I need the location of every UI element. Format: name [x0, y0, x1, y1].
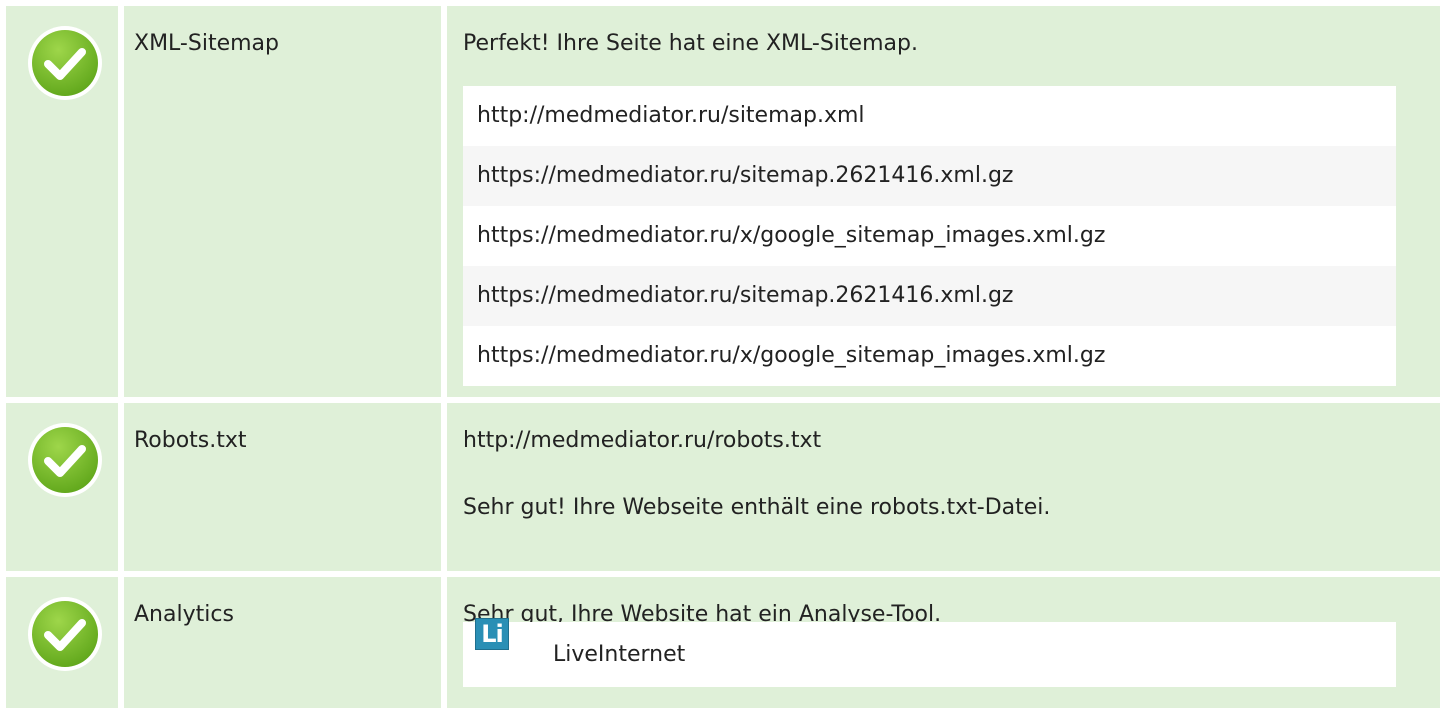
robots-label-cell: Robots.txt — [124, 403, 441, 571]
sitemap-label-cell: XML-Sitemap — [124, 6, 441, 397]
analytics-tool-name: LiveInternet — [553, 642, 686, 667]
check-circle-icon — [28, 597, 102, 671]
sitemap-url-list: http://medmediator.ru/sitemap.xml https:… — [463, 86, 1396, 386]
sitemap-url[interactable]: https://medmediator.ru/sitemap.2621416.x… — [463, 266, 1396, 326]
robots-message: Sehr gut! Ihre Webseite enthält eine rob… — [463, 495, 1051, 520]
analytics-detail-cell: Sehr gut, Ihre Website hat ein Analyse-T… — [447, 577, 1440, 708]
robots-detail-cell: http://medmediator.ru/robots.txt Sehr gu… — [447, 403, 1440, 571]
liveinternet-logo-icon: Li — [475, 618, 509, 650]
robots-status-cell — [6, 403, 118, 571]
analytics-label-cell: Analytics — [124, 577, 441, 708]
robots-label: Robots.txt — [134, 428, 247, 453]
robots-url[interactable]: http://medmediator.ru/robots.txt — [463, 426, 821, 456]
analytics-tool-item: Li LiveInternet — [463, 618, 1396, 687]
sitemap-detail-cell: Perfekt! Ihre Seite hat eine XML-Sitemap… — [447, 6, 1440, 397]
check-circle-icon — [28, 26, 102, 100]
sitemap-url[interactable]: https://medmediator.ru/x/google_sitemap_… — [463, 206, 1396, 266]
check-circle-icon — [28, 423, 102, 497]
seo-report: XML-Sitemap Perfekt! Ihre Seite hat eine… — [0, 0, 1446, 708]
sitemap-url[interactable]: https://medmediator.ru/x/google_sitemap_… — [463, 326, 1396, 386]
analytics-status-cell — [6, 577, 118, 708]
analytics-label: Analytics — [134, 602, 234, 627]
sitemap-url[interactable]: https://medmediator.ru/sitemap.2621416.x… — [463, 146, 1396, 206]
sitemap-status-cell — [6, 6, 118, 397]
sitemap-label: XML-Sitemap — [134, 31, 279, 56]
sitemap-message: Perfekt! Ihre Seite hat eine XML-Sitemap… — [463, 31, 918, 56]
sitemap-url[interactable]: http://medmediator.ru/sitemap.xml — [463, 86, 1396, 146]
